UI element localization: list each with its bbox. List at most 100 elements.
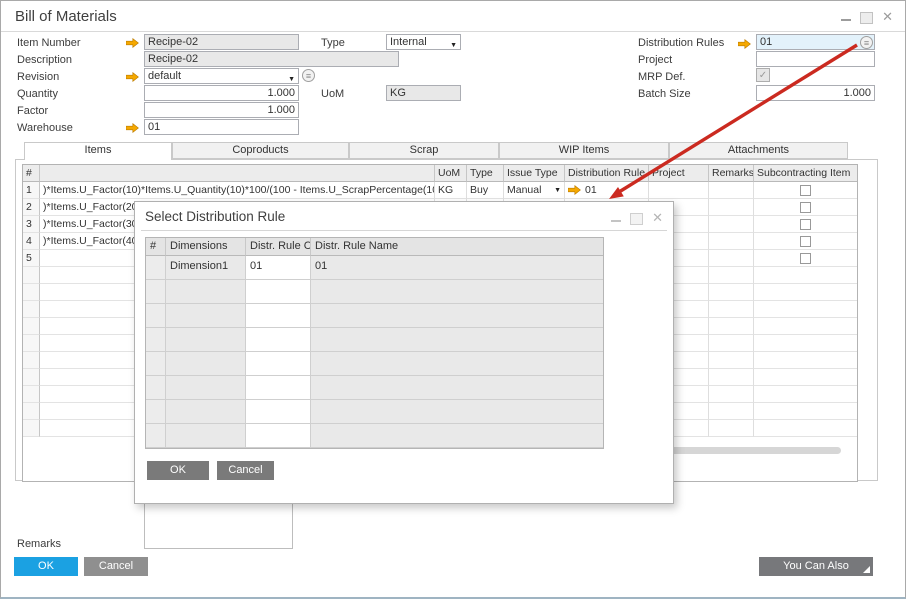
distr-rule-name-cell[interactable] <box>311 400 603 424</box>
distr-rule-code-cell[interactable] <box>246 352 311 376</box>
choose-from-list-icon[interactable]: ≡ <box>302 69 315 82</box>
remarks-cell[interactable] <box>709 335 754 352</box>
choose-from-list-icon[interactable]: ≡ <box>860 36 873 49</box>
you-can-also-button[interactable]: You Can Also <box>759 557 873 576</box>
subcontracting-cell[interactable] <box>754 369 857 386</box>
maximize-icon[interactable] <box>630 213 643 225</box>
dimensions-cell[interactable] <box>166 424 246 448</box>
row-number-cell[interactable] <box>23 267 40 284</box>
distr-rule-name-cell[interactable] <box>311 280 603 304</box>
dimensions-cell[interactable] <box>166 352 246 376</box>
subcontracting-cell[interactable] <box>754 199 857 216</box>
subcontracting-checkbox[interactable] <box>800 219 811 230</box>
remarks-cell[interactable] <box>709 284 754 301</box>
tab-items[interactable]: Items <box>24 142 172 160</box>
row-number-cell[interactable] <box>23 335 40 352</box>
subcontracting-cell[interactable] <box>754 386 857 403</box>
subcontracting-checkbox[interactable] <box>800 185 811 196</box>
row-number-cell[interactable] <box>23 352 40 369</box>
remarks-cell[interactable] <box>709 250 754 267</box>
row-number-cell[interactable]: 1 <box>23 182 40 199</box>
row-number-cell[interactable] <box>146 280 166 304</box>
remarks-cell[interactable] <box>709 403 754 420</box>
chevron-down-icon[interactable]: ▼ <box>554 187 561 194</box>
distr-rule-name-cell[interactable] <box>311 328 603 352</box>
link-arrow-icon[interactable] <box>568 185 581 195</box>
subcontracting-cell[interactable] <box>754 182 857 199</box>
distribution-rule-cell[interactable]: 01 <box>565 182 649 199</box>
link-arrow-icon[interactable] <box>126 123 139 133</box>
distr-rule-code-cell[interactable] <box>246 328 311 352</box>
batch-size-field[interactable]: 1.000 <box>756 85 875 101</box>
project-cell[interactable] <box>649 182 709 199</box>
subcontracting-cell[interactable] <box>754 284 857 301</box>
column-header-dimensions[interactable]: Dimensions <box>166 238 246 256</box>
subcontracting-cell[interactable] <box>754 318 857 335</box>
dialog-cancel-button[interactable]: Cancel <box>217 461 274 480</box>
row-number-cell[interactable] <box>23 284 40 301</box>
remarks-cell[interactable] <box>709 233 754 250</box>
subcontracting-cell[interactable] <box>754 216 857 233</box>
subcontracting-cell[interactable] <box>754 233 857 250</box>
chevron-down-icon[interactable]: ▼ <box>288 73 295 84</box>
link-arrow-icon[interactable] <box>126 72 139 82</box>
row-number-cell[interactable] <box>146 304 166 328</box>
remarks-cell[interactable] <box>709 386 754 403</box>
project-field[interactable] <box>756 51 875 67</box>
subcontracting-cell[interactable] <box>754 267 857 284</box>
column-header-uom[interactable]: UoM <box>435 165 467 182</box>
mrp-def-checkbox[interactable]: ✓ <box>756 68 770 82</box>
remarks-cell[interactable] <box>709 267 754 284</box>
column-header-distr-rule-name[interactable]: Distr. Rule Name <box>311 238 603 256</box>
column-header-distribution-rule[interactable]: Distribution Rule <box>565 165 649 182</box>
row-number-cell[interactable] <box>23 420 40 437</box>
quantity-field[interactable]: 1.000 <box>144 85 299 101</box>
tab-scrap[interactable]: Scrap <box>349 142 499 159</box>
distr-rule-name-cell[interactable] <box>311 424 603 448</box>
remarks-cell[interactable] <box>709 369 754 386</box>
subcontracting-checkbox[interactable] <box>800 253 811 264</box>
column-header-distr-rule-code[interactable]: Distr. Rule Code <box>246 238 311 256</box>
cancel-button[interactable]: Cancel <box>84 557 148 576</box>
horizontal-scrollbar-thumb[interactable] <box>661 447 841 454</box>
row-number-cell[interactable] <box>23 301 40 318</box>
remarks-cell[interactable] <box>709 301 754 318</box>
subcontracting-checkbox[interactable] <box>800 236 811 247</box>
subcontracting-cell[interactable] <box>754 420 857 437</box>
type-combo[interactable]: Internal ▼ <box>386 34 461 50</box>
row-number-cell[interactable] <box>146 328 166 352</box>
column-header-type[interactable]: Type <box>467 165 504 182</box>
row-number-cell[interactable] <box>146 376 166 400</box>
row-number-cell[interactable] <box>146 256 166 280</box>
dimensions-cell[interactable]: Dimension1 <box>166 256 246 280</box>
row-number-cell[interactable]: 5 <box>23 250 40 267</box>
dialog-ok-button[interactable]: OK <box>147 461 209 480</box>
remarks-cell[interactable] <box>709 318 754 335</box>
uom-field[interactable]: KG <box>386 85 461 101</box>
subcontracting-cell[interactable] <box>754 301 857 318</box>
distr-rule-code-cell[interactable] <box>246 424 311 448</box>
column-header-project[interactable]: Project <box>649 165 709 182</box>
row-number-cell[interactable] <box>23 318 40 335</box>
dimensions-cell[interactable] <box>166 328 246 352</box>
distr-rule-code-cell[interactable] <box>246 400 311 424</box>
remarks-cell[interactable] <box>709 199 754 216</box>
minimize-icon[interactable] <box>841 19 851 21</box>
link-arrow-icon[interactable] <box>126 38 139 48</box>
column-header-remarks[interactable]: Remarks <box>709 165 754 182</box>
tab-wip-items[interactable]: WIP Items <box>499 142 669 159</box>
row-number-cell[interactable] <box>146 424 166 448</box>
distribution-rules-field[interactable]: 01 ≡ <box>756 34 875 50</box>
column-header-number[interactable]: # <box>23 165 40 182</box>
subcontracting-checkbox[interactable] <box>800 202 811 213</box>
maximize-icon[interactable] <box>860 12 873 24</box>
remarks-cell[interactable] <box>709 420 754 437</box>
close-icon[interactable]: ✕ <box>882 11 893 23</box>
close-icon[interactable]: ✕ <box>652 212 663 225</box>
distr-rule-name-cell[interactable] <box>311 304 603 328</box>
dimensions-cell[interactable] <box>166 400 246 424</box>
link-arrow-icon[interactable] <box>738 39 751 49</box>
dimensions-cell[interactable] <box>166 280 246 304</box>
distr-rule-name-cell[interactable] <box>311 352 603 376</box>
subcontracting-cell[interactable] <box>754 352 857 369</box>
